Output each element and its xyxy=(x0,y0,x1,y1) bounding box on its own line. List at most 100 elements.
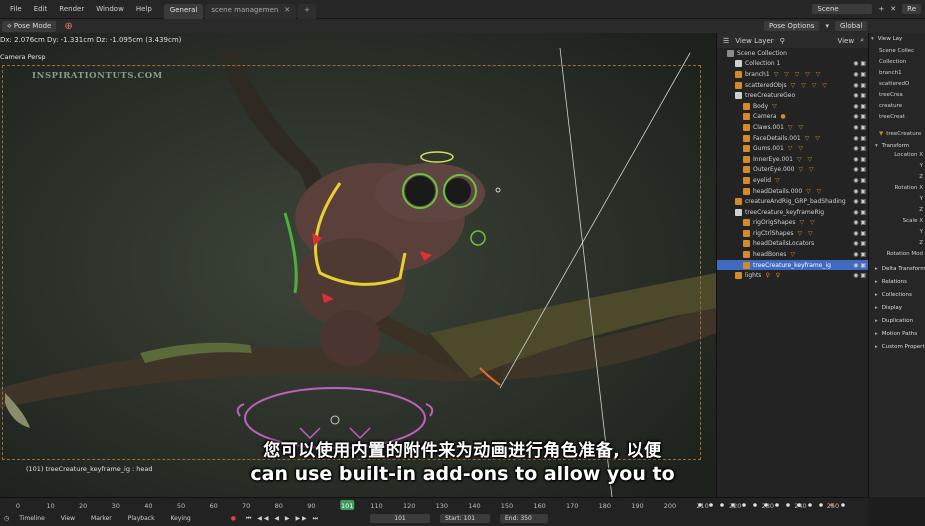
menu-help[interactable]: Help xyxy=(130,5,158,13)
delete-scene-icon[interactable]: ✕ xyxy=(890,5,896,13)
timeline-menu-view[interactable]: View xyxy=(61,515,75,522)
keyframe-marker[interactable] xyxy=(841,503,845,507)
filter-icon[interactable]: ⚲ xyxy=(780,37,785,45)
outliner-row[interactable]: rigCtrlShapes ▽ ▽ ◉ ▣ xyxy=(717,228,868,239)
timeline-menu-timeline[interactable]: Timeline xyxy=(19,515,45,522)
view-layer-label[interactable]: View Layer xyxy=(735,37,773,45)
outliner-icon[interactable]: ☰ xyxy=(723,37,729,45)
outliner2-row[interactable]: Scene Collec xyxy=(869,45,925,56)
visibility-toggles[interactable]: ◉ ▣ xyxy=(853,230,866,237)
section-relations[interactable]: Relations xyxy=(869,275,925,288)
outliner2-row[interactable]: Collection xyxy=(869,56,925,67)
dropdown-icon[interactable]: ▾ xyxy=(825,22,829,30)
frame-ruler[interactable]: 0 10 20 30 40 50 60 70 80 90 101 110 120 130 140 150 160… xyxy=(0,500,868,510)
outliner-row[interactable]: lights ♀ ♀ ◉ ▣ xyxy=(717,270,868,281)
add-scene-icon[interactable]: + xyxy=(878,5,884,13)
search-icon[interactable]: ⌕ xyxy=(860,36,868,45)
visibility-toggles[interactable]: ◉ ▣ xyxy=(853,124,866,131)
keyframe-marker[interactable] xyxy=(698,503,702,507)
visibility-toggles[interactable]: ◉ ▣ xyxy=(853,240,866,247)
visibility-toggles[interactable]: ◉ ▣ xyxy=(853,251,866,258)
timeline-menu-marker[interactable]: Marker xyxy=(91,515,112,522)
outliner-row[interactable]: Collection 1 ◉ ▣ xyxy=(717,59,868,70)
add-tab-button[interactable]: + xyxy=(298,3,317,19)
start-frame-field[interactable]: Start: 101 xyxy=(439,514,490,523)
scene-field[interactable]: Scene xyxy=(812,4,873,14)
outliner2-row[interactable]: treeCrea xyxy=(869,89,925,100)
outliner-row[interactable]: branch1 ▽ ▽ ▽ ▽ ▽ ◉ ▣ xyxy=(717,69,868,80)
section-display[interactable]: Display xyxy=(869,301,925,314)
outliner-row[interactable]: treeCreature_keyframeRig ◉ ▣ xyxy=(717,207,868,218)
outliner-row[interactable]: FaceDetails.001 ▽ ▽ ◉ ▣ xyxy=(717,133,868,144)
outliner2-row[interactable]: scatteredO xyxy=(869,78,925,89)
section-collections[interactable]: Collections xyxy=(869,288,925,301)
outliner-row[interactable]: creatureAndRig_GRP_badShading ◉ ▣ xyxy=(717,196,868,207)
visibility-toggles[interactable]: ◉ ▣ xyxy=(853,113,866,120)
outliner-row[interactable]: headBones ▽ ◉ ▣ xyxy=(717,249,868,260)
visibility-toggles[interactable]: ◉ ▣ xyxy=(853,92,866,99)
keyframe-marker[interactable] xyxy=(709,503,713,507)
render-layer-field[interactable]: Re xyxy=(902,4,921,14)
tab-general[interactable]: General xyxy=(163,3,204,19)
pose-options-button[interactable]: Pose Options xyxy=(764,21,820,31)
timeline-menu-keying[interactable]: Keying xyxy=(171,515,191,522)
keyframe-marker[interactable] xyxy=(731,503,735,507)
section-delta-transform[interactable]: Delta Transform xyxy=(869,262,925,275)
menu-edit[interactable]: Edit xyxy=(28,5,54,13)
outliner-row[interactable]: Body ▽ ◉ ▣ xyxy=(717,101,868,112)
keyframe-marker[interactable] xyxy=(775,503,779,507)
tab-scene-management[interactable]: scene managemen ✕ xyxy=(205,3,297,19)
outliner-row[interactable]: Gums.001 ▽ ▽ ◉ ▣ xyxy=(717,143,868,154)
visibility-toggles[interactable]: ◉ ▣ xyxy=(853,198,866,205)
menu-window[interactable]: Window xyxy=(90,5,130,13)
outliner2-row[interactable]: treeCreat xyxy=(869,111,925,122)
keyframe-marker[interactable] xyxy=(797,503,801,507)
timeline-menu-playback[interactable]: Playback xyxy=(128,515,155,522)
outliner-row[interactable]: InnerEye.001 ▽ ▽ ◉ ▣ xyxy=(717,154,868,165)
keyframe-marker[interactable] xyxy=(830,503,834,507)
visibility-toggles[interactable]: ◉ ▣ xyxy=(853,82,866,89)
outliner-row[interactable]: Camera ● ◉ ▣ xyxy=(717,112,868,123)
outliner-row[interactable]: eyelid ▽ ◉ ▣ xyxy=(717,175,868,186)
menu-file[interactable]: File xyxy=(4,5,28,13)
menu-render[interactable]: Render xyxy=(53,5,90,13)
outliner-row[interactable]: headDetailsLocators ◉ ▣ xyxy=(717,239,868,250)
timeline-icon[interactable]: ◷ xyxy=(4,515,9,522)
keyframe-marker[interactable] xyxy=(819,503,823,507)
visibility-toggles[interactable]: ◉ ▣ xyxy=(853,188,866,195)
current-frame-field[interactable]: 101 xyxy=(369,514,430,523)
outliner-row[interactable]: treeCreature_keyframe_ig ◉ ▣ xyxy=(717,259,868,271)
section-custom-propert[interactable]: Custom Propert xyxy=(869,340,925,353)
mode-select[interactable]: ⟡ Pose Mode xyxy=(2,20,57,32)
keyframe-marker[interactable] xyxy=(742,503,746,507)
visibility-toggles[interactable]: ◉ ▣ xyxy=(853,71,866,78)
visibility-toggles[interactable]: ◉ ▣ xyxy=(853,272,866,279)
outliner-row[interactable]: treeCreatureGeo ◉ ▣ xyxy=(717,90,868,101)
keyframe-marker[interactable] xyxy=(808,503,812,507)
visibility-toggles[interactable]: ◉ ▣ xyxy=(853,103,866,110)
section-duplication[interactable]: Duplication xyxy=(869,314,925,327)
outliner2-row[interactable]: branch1 xyxy=(869,67,925,78)
end-frame-field[interactable]: End: 350 xyxy=(499,514,548,523)
view-menu[interactable]: View xyxy=(837,37,854,45)
view-layer-header[interactable]: View Lay xyxy=(869,33,925,45)
keyframe-marker[interactable] xyxy=(753,503,757,507)
visibility-toggles[interactable]: ◉ ▣ xyxy=(853,156,866,163)
orientation-select[interactable]: Global xyxy=(834,21,868,31)
record-icon[interactable]: ● xyxy=(231,515,236,522)
playback-controls[interactable]: ⏮ ◀◀ ◀ ▶ ▶▶ ⏭ xyxy=(246,515,320,523)
section-motion-paths[interactable]: Motion Paths xyxy=(869,327,925,340)
3d-viewport[interactable]: Dx: 2.076cm Dy: -1.331cm Dz: -1.095cm (3… xyxy=(0,33,716,497)
visibility-toggles[interactable]: ◉ ▣ xyxy=(853,177,866,184)
visibility-toggles[interactable]: ◉ ▣ xyxy=(853,166,866,173)
outliner-row[interactable]: Claws.001 ▽ ▽ ◉ ▣ xyxy=(717,122,868,133)
visibility-toggles[interactable]: ◉ ▣ xyxy=(853,209,866,216)
outliner-row[interactable]: rigOrigShapes ▽ ▽ ◉ ▣ xyxy=(717,218,868,229)
section-transform[interactable]: Transform xyxy=(869,139,925,152)
outliner-row[interactable]: scatteredObjs ▽ ▽ ▽ ▽ ◉ ▣ xyxy=(717,80,868,91)
cursor-tool-icon[interactable]: ⊕ xyxy=(64,21,72,32)
close-icon[interactable]: ✕ xyxy=(284,6,290,17)
outliner-row[interactable]: Scene Collection xyxy=(717,48,868,59)
visibility-toggles[interactable]: ◉ ▣ xyxy=(853,135,866,142)
outliner2-row[interactable]: creature xyxy=(869,100,925,111)
